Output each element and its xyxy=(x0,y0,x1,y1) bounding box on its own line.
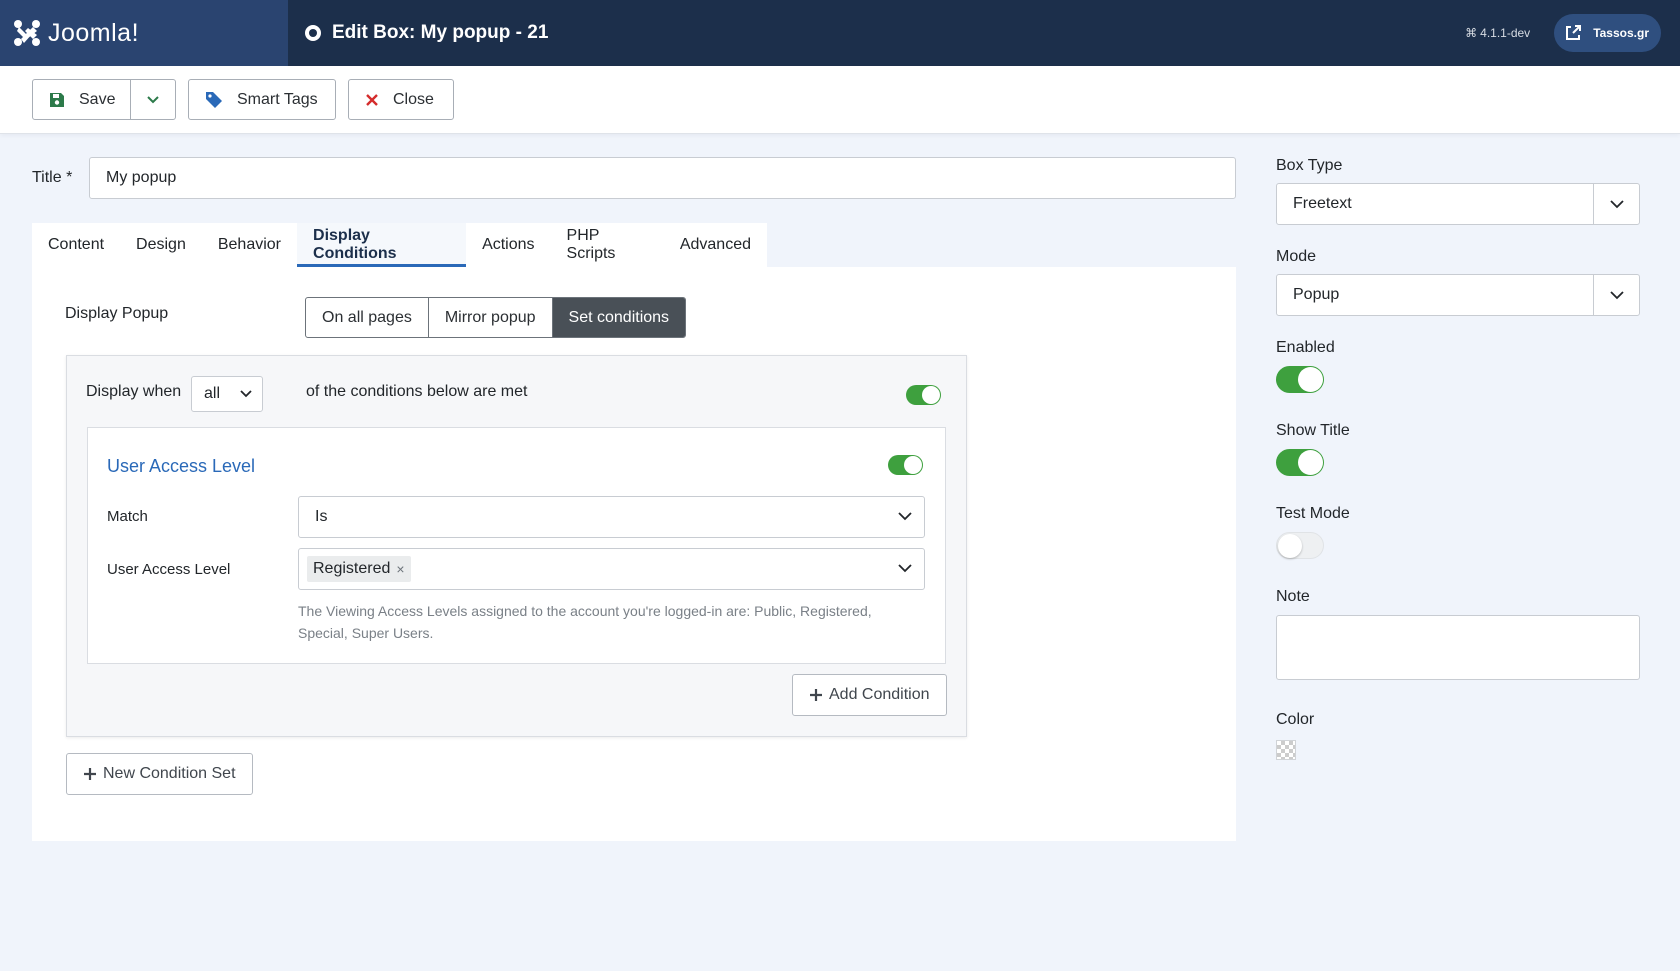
option-set-conditions[interactable]: Set conditions xyxy=(552,298,686,337)
tab-design[interactable]: Design xyxy=(120,223,202,267)
condition-set: Display when all of the conditions below… xyxy=(66,355,967,737)
display-popup-options: On all pages Mirror popup Set conditions xyxy=(305,297,687,338)
color-swatch[interactable] xyxy=(1276,740,1296,760)
match-value: Is xyxy=(315,508,328,525)
condition-toggle[interactable] xyxy=(888,455,923,475)
plus-icon xyxy=(810,689,822,701)
conditions-tail-text: of the conditions below are met xyxy=(306,383,528,400)
view-site-button[interactable]: Tassos.gr xyxy=(1554,14,1661,52)
save-icon xyxy=(50,92,64,107)
mode-label: Mode xyxy=(1276,248,1317,265)
add-condition-button[interactable]: Add Condition xyxy=(792,674,947,716)
access-level-tag[interactable]: Registered × xyxy=(307,556,411,582)
color-label: Color xyxy=(1276,711,1315,728)
display-popup-label: Display Popup xyxy=(65,305,169,322)
tab-php-scripts[interactable]: PHP Scripts xyxy=(551,223,664,267)
tab-content[interactable]: Content xyxy=(32,223,120,267)
smart-tags-button[interactable]: Smart Tags xyxy=(188,79,336,120)
note-textarea[interactable] xyxy=(1276,615,1640,680)
box-type-label: Box Type xyxy=(1276,157,1343,174)
save-dropdown-toggle[interactable] xyxy=(130,79,176,120)
mode-select[interactable]: Popup xyxy=(1276,274,1640,316)
brand[interactable]: Joomla! xyxy=(0,0,288,66)
access-level-label: User Access Level xyxy=(107,561,231,578)
tab-actions[interactable]: Actions xyxy=(466,223,550,267)
chevron-down-icon xyxy=(240,390,252,398)
page-title: Edit Box: My popup - 21 xyxy=(332,22,549,43)
external-link-icon xyxy=(1566,25,1582,40)
access-level-tag-label: Registered xyxy=(313,560,391,577)
chevron-down-icon xyxy=(1609,290,1624,299)
box-type-value: Freetext xyxy=(1293,195,1352,212)
chevron-down-icon xyxy=(147,95,159,103)
condition-title: User Access Level xyxy=(107,456,256,476)
version-text: 4.1.1-dev xyxy=(1480,26,1531,40)
record-icon xyxy=(305,25,321,41)
remove-tag-icon[interactable]: × xyxy=(396,561,404,577)
tab-behavior[interactable]: Behavior xyxy=(202,223,297,267)
close-label: Close xyxy=(393,90,434,108)
tab-advanced[interactable]: Advanced xyxy=(664,223,767,267)
top-header: Joomla! Edit Box: My popup - 21 ⌘ 4.1.1-… xyxy=(0,0,1680,66)
save-button[interactable]: Save xyxy=(32,79,131,120)
mode-value: Popup xyxy=(1293,286,1340,303)
display-conditions-panel: Display Popup On all pages Mirror popup Se… xyxy=(32,267,1236,841)
joomla-logo-icon xyxy=(14,20,40,46)
access-level-help: The Viewing Access Levels assigned to th… xyxy=(298,603,872,641)
display-when-label: Display when xyxy=(86,383,182,400)
note-label: Note xyxy=(1276,588,1310,605)
match-label: Match xyxy=(107,508,148,525)
chevron-down-icon xyxy=(898,512,912,521)
title-label: Title * xyxy=(32,169,73,186)
tab-bar: Content Design Behavior Display Conditions A… xyxy=(32,223,767,267)
condition-card: User Access Level Match Is User Access L… xyxy=(87,427,946,664)
match-select[interactable]: Is xyxy=(298,496,925,538)
access-level-select[interactable]: Registered × xyxy=(298,548,925,590)
new-condition-set-button[interactable]: New Condition Set xyxy=(66,753,253,795)
tab-display-conditions[interactable]: Display Conditions xyxy=(297,223,467,267)
new-condition-set-label: New Condition Set xyxy=(103,765,236,782)
show-title-label: Show Title xyxy=(1276,422,1350,439)
chevron-down-icon xyxy=(898,564,912,573)
tag-icon xyxy=(206,91,222,108)
close-icon xyxy=(366,93,378,106)
enabled-label: Enabled xyxy=(1276,339,1335,356)
condition-set-toggle[interactable] xyxy=(906,385,941,405)
smart-tags-label: Smart Tags xyxy=(237,90,318,108)
title-input[interactable]: My popup xyxy=(89,157,1236,199)
chevron-down-icon xyxy=(1609,199,1624,208)
match-all-value: all xyxy=(204,385,221,402)
add-condition-label: Add Condition xyxy=(829,686,930,703)
brand-name: Joomla! xyxy=(48,18,140,47)
plus-icon xyxy=(84,768,96,780)
page-header: Edit Box: My popup - 21 xyxy=(304,22,548,44)
joomla-small-icon: ⌘ xyxy=(1465,26,1478,40)
test-mode-toggle[interactable] xyxy=(1276,532,1324,559)
version-info: ⌘ 4.1.1-dev xyxy=(1465,26,1530,40)
option-on-all-pages[interactable]: On all pages xyxy=(306,298,429,337)
enabled-toggle[interactable] xyxy=(1276,366,1324,393)
match-all-select[interactable]: all xyxy=(191,376,263,412)
show-title-toggle[interactable] xyxy=(1276,449,1324,476)
site-name: Tassos.gr xyxy=(1593,26,1649,40)
close-button[interactable]: Close xyxy=(348,79,454,120)
save-label: Save xyxy=(79,90,116,108)
box-type-select[interactable]: Freetext xyxy=(1276,183,1640,225)
test-mode-label: Test Mode xyxy=(1276,505,1350,522)
toolbar: Save Smart Tags Close xyxy=(0,66,1680,134)
option-mirror-popup[interactable]: Mirror popup xyxy=(429,298,553,337)
